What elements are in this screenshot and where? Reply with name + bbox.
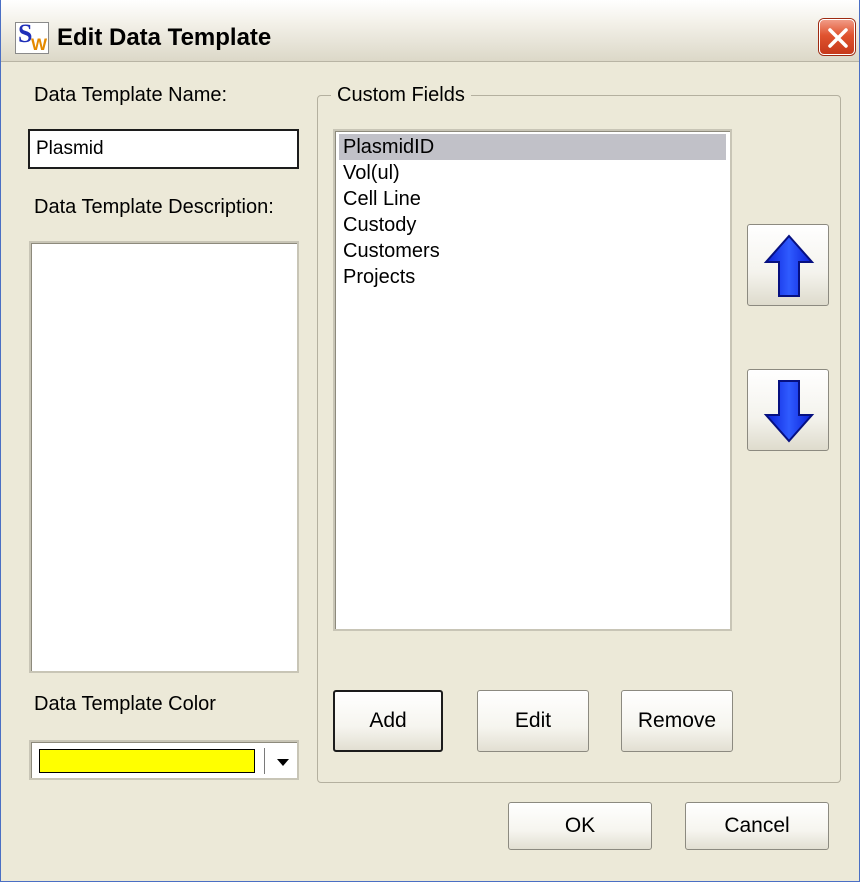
title-bar[interactable]: SW Edit Data Template <box>1 0 859 62</box>
cancel-button[interactable]: Cancel <box>685 802 829 850</box>
remove-field-button[interactable]: Remove <box>621 690 733 752</box>
custom-field-item[interactable]: Projects <box>339 264 726 290</box>
template-name-input[interactable] <box>28 129 299 169</box>
edit-field-button[interactable]: Edit <box>477 690 589 752</box>
custom-field-item[interactable]: Customers <box>339 238 726 264</box>
color-swatch <box>39 749 255 773</box>
custom-field-item[interactable]: Vol(ul) <box>339 160 726 186</box>
custom-fields-legend: Custom Fields <box>331 84 471 107</box>
arrow-down-icon <box>763 380 815 443</box>
template-description-label: Data Template Description: <box>34 196 274 218</box>
custom-fields-list[interactable]: PlasmidID Vol(ul) Cell Line Custody Customer… <box>333 129 732 631</box>
chevron-down-icon <box>277 759 289 766</box>
custom-field-item[interactable]: PlasmidID <box>339 134 726 160</box>
template-color-label: Data Template Color <box>34 693 216 715</box>
ok-button[interactable]: OK <box>508 802 652 850</box>
dropdown-arrow-button[interactable] <box>271 748 295 774</box>
close-button[interactable] <box>819 19 855 55</box>
window-title: Edit Data Template <box>57 24 272 51</box>
sw-logo-icon: SW <box>15 19 49 54</box>
dropdown-separator <box>264 748 266 774</box>
template-description-input[interactable] <box>29 241 299 673</box>
template-color-dropdown[interactable] <box>29 740 299 780</box>
template-name-label: Data Template Name: <box>34 84 228 106</box>
custom-field-item[interactable]: Custody <box>339 212 726 238</box>
add-field-button[interactable]: Add <box>333 690 443 752</box>
edit-data-template-dialog: SW Edit Data Template Data Template Name… <box>0 0 860 882</box>
close-icon <box>828 28 848 48</box>
move-up-button[interactable] <box>747 224 829 306</box>
custom-field-item[interactable]: Cell Line <box>339 186 726 212</box>
arrow-up-icon <box>763 234 815 297</box>
move-down-button[interactable] <box>747 369 829 451</box>
